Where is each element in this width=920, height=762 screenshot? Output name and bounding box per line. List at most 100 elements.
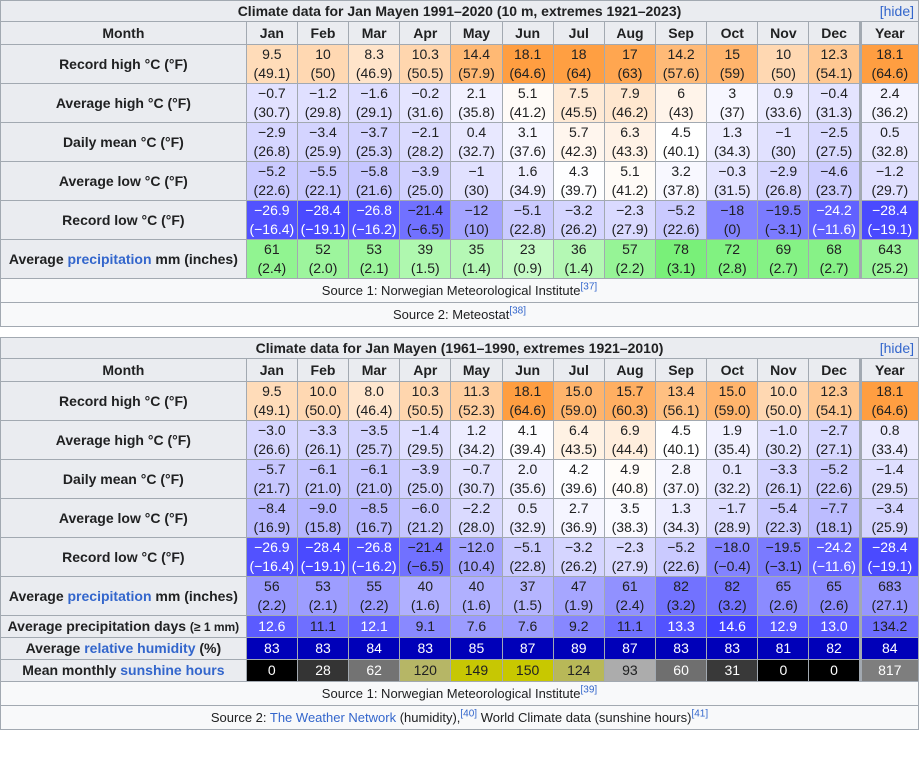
month-value-cell: 2.0 (35.6) <box>501 459 554 499</box>
month-value-cell: 61 (2.4) <box>603 576 657 616</box>
value-secondary: (16.7) <box>355 519 393 535</box>
value-secondary: (64.6) <box>509 65 546 81</box>
value-secondary: (25.2) <box>871 260 909 276</box>
value-secondary: (34.9) <box>509 182 546 198</box>
month-value-cell: 5.1 (41.2) <box>603 161 657 201</box>
value-secondary: (37.6) <box>509 143 546 159</box>
row-label-link[interactable]: relative humidity <box>84 640 195 656</box>
month-value-cell: 40 (1.6) <box>450 576 503 616</box>
month-value-cell: −28.4 (−19.1) <box>296 200 350 240</box>
value-secondary: (40.1) <box>662 441 700 457</box>
value-secondary: (57.9) <box>458 65 495 81</box>
hide-toggle[interactable]: [hide] <box>880 2 914 21</box>
month-value-cell: −12 (10) <box>450 200 503 240</box>
value-primary: 53 <box>315 578 331 594</box>
value-secondary: (2.4) <box>615 597 645 613</box>
value-primary: 10 <box>315 46 331 62</box>
value-primary: −12.0 <box>458 539 495 555</box>
year-column-header: Year <box>858 21 920 45</box>
value-secondary: (−6.5) <box>406 558 444 574</box>
month-value-cell: −2.3 (27.9) <box>603 537 657 577</box>
value-secondary: (16.9) <box>253 519 291 535</box>
value-secondary: (25.0) <box>407 480 444 496</box>
value-primary: 1.9 <box>722 422 742 438</box>
month-value-cell: 52 (2.0) <box>296 239 350 279</box>
value-primary: 7.9 <box>620 85 640 101</box>
value-primary: −4.6 <box>820 163 848 179</box>
month-value-cell: −6.1 (21.0) <box>348 459 401 499</box>
source-link[interactable]: The Weather Network <box>270 710 396 725</box>
month-value-cell: −18 (0) <box>706 200 759 240</box>
month-value-cell: 83 <box>654 637 708 660</box>
value-primary: 85 <box>468 640 485 656</box>
row-label-link[interactable]: precipitation <box>68 251 152 267</box>
hide-link[interactable]: hide <box>884 3 910 19</box>
value-primary: 81 <box>775 640 792 656</box>
value-secondary: (−19.1) <box>867 221 913 237</box>
row-label-text: Average <box>25 640 85 656</box>
row-label-text: Average precipitation days <box>7 617 190 634</box>
value-secondary: (1.5) <box>513 597 542 613</box>
year-value-cell: −3.4 (25.9) <box>858 498 920 538</box>
value-secondary: (33.4) <box>871 441 909 457</box>
value-secondary: (2.2) <box>257 597 287 613</box>
month-value-cell: 10.3 (50.5) <box>399 44 452 84</box>
value-secondary: (46.4) <box>355 402 393 418</box>
month-value-cell: −6.1 (21.0) <box>296 459 350 499</box>
value-primary: 0.1 <box>722 461 742 477</box>
value-secondary: (21.2) <box>407 519 444 535</box>
hide-link[interactable]: hide <box>884 340 910 356</box>
value-primary: 4.3 <box>569 163 589 179</box>
value-primary: −26.9 <box>254 539 290 555</box>
reference-link[interactable]: [40] <box>460 709 477 720</box>
month-value-cell: 10.0 (50.0) <box>757 381 810 421</box>
reference-link[interactable]: [41] <box>691 709 708 720</box>
month-value-cell: 12.6 <box>245 615 298 638</box>
value-secondary: (33.6) <box>765 104 802 120</box>
source-note: Source 2: Meteostat[38] <box>0 302 919 327</box>
value-secondary: (−11.6) <box>812 558 856 574</box>
hide-toggle[interactable]: [hide] <box>880 339 914 358</box>
value-primary: 6.9 <box>620 422 640 438</box>
value-primary: −0.2 <box>411 85 440 101</box>
value-primary: 53 <box>366 241 382 257</box>
value-primary: 3 <box>728 85 737 101</box>
month-value-cell: −26.8 (−16.2) <box>348 537 401 577</box>
row-label-link[interactable]: precipitation <box>68 588 152 604</box>
value-primary: −0.7 <box>462 461 491 477</box>
value-secondary: (30.7) <box>253 104 291 120</box>
value-primary: −0.4 <box>820 85 848 101</box>
month-value-cell: 10 (50) <box>757 44 810 84</box>
value-primary: 4.9 <box>620 461 640 477</box>
value-primary: 6.4 <box>569 422 589 438</box>
reference-link[interactable]: [38] <box>509 306 526 317</box>
table-row: Record low °C (°F) −26.9 (−16.4) −28.4 (−19.… <box>0 537 920 577</box>
value-primary: 12.1 <box>360 618 388 634</box>
month-value-cell: 85 <box>450 637 503 660</box>
value-primary: 3.2 <box>671 163 691 179</box>
value-primary: 84 <box>366 640 382 656</box>
value-secondary: (39.4) <box>509 441 546 457</box>
month-value-cell: 124 <box>552 659 605 682</box>
value-primary: −3.4 <box>875 500 904 516</box>
month-value-cell: 15 (59) <box>706 44 759 84</box>
value-secondary: (22.1) <box>304 182 342 198</box>
value-secondary: (29.5) <box>871 480 909 496</box>
month-column-header: May <box>450 358 503 382</box>
source-text: Source 1: Norwegian Meteorological Insti… <box>321 283 581 298</box>
table-row: Average low °C (°F) −8.4 (16.9) −9.0 (15.8) −… <box>0 498 920 538</box>
value-primary: −19.5 <box>765 539 802 555</box>
month-value-cell: −0.7 (30.7) <box>245 83 298 123</box>
year-value-cell: −28.4 (−19.1) <box>858 537 920 577</box>
reference-link[interactable]: [37] <box>581 282 598 293</box>
row-label-link[interactable]: sunshine hours <box>120 662 224 678</box>
month-value-cell: 11.1 <box>603 615 657 638</box>
month-column-header: Aug <box>603 358 657 382</box>
reference-link[interactable]: [39] <box>581 685 598 696</box>
month-value-cell: 81 <box>757 637 810 660</box>
month-value-cell: 7.6 <box>450 615 503 638</box>
month-value-cell: 4.9 (40.8) <box>603 459 657 499</box>
month-column-header: Oct <box>706 21 759 45</box>
table-row: Record high °C (°F) 9.5 (49.1) 10.0 (50.0) 8.… <box>0 381 920 421</box>
value-primary: 1.2 <box>466 422 487 438</box>
